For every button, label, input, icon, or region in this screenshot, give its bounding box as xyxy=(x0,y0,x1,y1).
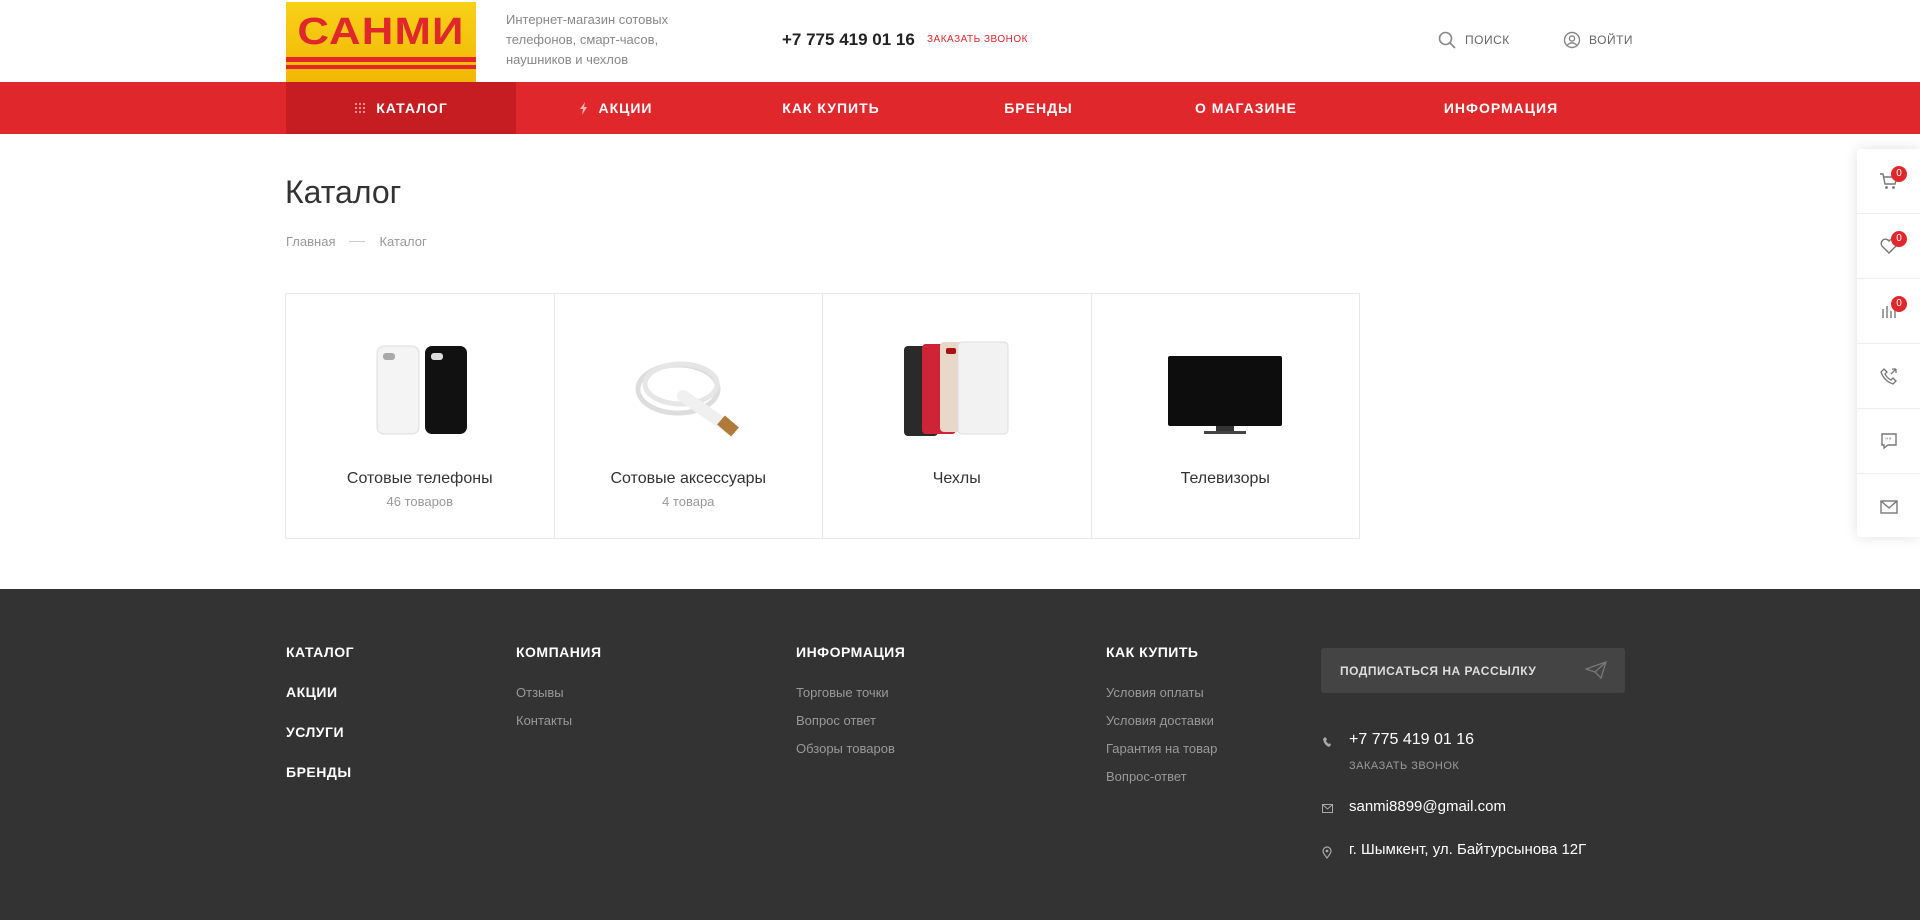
category-name: Чехлы xyxy=(932,470,981,487)
mail-icon xyxy=(1879,499,1898,514)
footer-link-catalog[interactable]: КАТАЛОГ xyxy=(286,644,354,660)
favorites-badge: 0 xyxy=(1891,231,1907,247)
cart-badge: 0 xyxy=(1891,166,1907,182)
logo-text: САНМИ xyxy=(297,11,465,53)
nav-label: КАК КУПИТЬ xyxy=(782,100,880,116)
side-panel: 0 0 0 "" xyxy=(1857,149,1920,537)
category-count: 4 товара xyxy=(662,494,715,509)
user-icon xyxy=(1563,31,1581,49)
category-card-accessories[interactable]: Сотовые аксессуары 4 товара xyxy=(555,294,823,538)
side-callback-button[interactable] xyxy=(1857,344,1920,409)
footer-link-payment[interactable]: Условия оплаты xyxy=(1106,685,1204,700)
phone-callback-icon xyxy=(1879,368,1897,385)
nav-label: БРЕНДЫ xyxy=(1004,100,1073,116)
svg-text:"": "" xyxy=(1885,437,1891,445)
tagline: Интернет-магазин сотовых телефонов, смар… xyxy=(506,12,669,67)
footer-link-warranty[interactable]: Гарантия на товар xyxy=(1106,741,1217,756)
footer-head-company[interactable]: КОМПАНИЯ xyxy=(516,644,602,660)
tv-image xyxy=(1168,356,1283,434)
search-label: ПОИСК xyxy=(1465,33,1510,47)
search-icon xyxy=(1438,31,1456,49)
footer-link-services[interactable]: УСЛУГИ xyxy=(286,724,344,740)
location-pin-icon xyxy=(1322,846,1332,859)
breadcrumb: Главная Каталог xyxy=(286,234,427,249)
callback-link[interactable]: ЗАКАЗАТЬ ЗВОНОК xyxy=(927,34,1028,45)
header-phone[interactable]: +7 775 419 01 16 xyxy=(782,30,915,50)
nav-label: ИНФОРМАЦИЯ xyxy=(1443,100,1559,116)
footer-link-sales[interactable]: АКЦИИ xyxy=(286,684,338,700)
category-card-tvs[interactable]: Телевизоры xyxy=(1092,294,1360,538)
logo[interactable]: САНМИ xyxy=(286,2,476,82)
nav-item-sales[interactable]: АКЦИИ xyxy=(516,82,716,134)
login-button[interactable]: ВОЙТИ xyxy=(1563,31,1633,49)
footer-head-info[interactable]: ИНФОРМАЦИЯ xyxy=(796,644,905,660)
lightning-icon xyxy=(579,101,588,115)
side-cart-button[interactable]: 0 xyxy=(1857,149,1920,214)
footer-email[interactable]: sanmi8899@gmail.com xyxy=(1349,798,1506,815)
side-mail-button[interactable] xyxy=(1857,474,1920,539)
phones-image xyxy=(376,345,467,435)
side-chat-button[interactable]: "" xyxy=(1857,409,1920,474)
side-compare-button[interactable]: 0 xyxy=(1857,279,1920,344)
side-favorites-button[interactable]: 0 xyxy=(1857,214,1920,279)
usb-cable-image xyxy=(635,361,740,437)
login-label: ВОЙТИ xyxy=(1589,33,1634,47)
header: САНМИ Интернет-магазин сотовых телефонов… xyxy=(0,0,1920,82)
footer-address: г. Шымкент, ул. Байтурсынова 12Г xyxy=(1349,841,1587,858)
category-count: 46 товаров xyxy=(386,494,453,509)
footer-link-reviews[interactable]: Отзывы xyxy=(516,685,564,700)
subscribe-button[interactable]: ПОДПИСАТЬСЯ НА РАССЫЛКУ xyxy=(1321,648,1625,693)
grid-dots-icon xyxy=(354,102,366,114)
footer-link-delivery[interactable]: Условия доставки xyxy=(1106,713,1214,728)
chat-icon: "" xyxy=(1880,433,1897,450)
logo-stripe xyxy=(286,57,476,62)
main-nav: КАТАЛОГ АКЦИИ КАК КУПИТЬ БРЕНДЫ О МАГАЗИ… xyxy=(0,82,1920,134)
footer-link-qa[interactable]: Вопрос-ответ xyxy=(1106,769,1187,784)
search-button[interactable]: ПОИСК xyxy=(1438,31,1510,49)
phone-icon xyxy=(1323,737,1331,747)
email-icon xyxy=(1322,804,1333,813)
footer: КАТАЛОГ АКЦИИ УСЛУГИ БРЕНДЫ КОМПАНИЯ Отз… xyxy=(0,589,1920,920)
nav-item-brands[interactable]: БРЕНДЫ xyxy=(946,82,1131,134)
nav-item-catalog[interactable]: КАТАЛОГ xyxy=(286,82,516,134)
compare-badge: 0 xyxy=(1891,296,1907,312)
breadcrumb-current: Каталог xyxy=(379,234,427,249)
footer-link-contacts[interactable]: Контакты xyxy=(516,713,572,728)
footer-callback-link[interactable]: ЗАКАЗАТЬ ЗВОНОК xyxy=(1349,760,1459,772)
footer-head-how-to-buy[interactable]: КАК КУПИТЬ xyxy=(1106,644,1198,660)
nav-label: О МАГАЗИНЕ xyxy=(1195,100,1297,116)
nav-item-info[interactable]: ИНФОРМАЦИЯ xyxy=(1361,82,1641,134)
category-name: Телевизоры xyxy=(1180,470,1270,487)
page-title: Каталог xyxy=(285,174,402,210)
footer-link-brands[interactable]: БРЕНДЫ xyxy=(286,764,352,780)
footer-phone[interactable]: +7 775 419 01 16 xyxy=(1349,731,1474,749)
subscribe-label: ПОДПИСАТЬСЯ НА РАССЫЛКУ xyxy=(1340,663,1537,678)
footer-link-reviews-products[interactable]: Обзоры товаров xyxy=(796,741,895,756)
footer-link-faq[interactable]: Вопрос ответ xyxy=(796,713,876,728)
page: САНМИ Интернет-магазин сотовых телефонов… xyxy=(0,0,1920,920)
nav-label: КАТАЛОГ xyxy=(376,100,448,116)
nav-label: АКЦИИ xyxy=(598,100,653,116)
breadcrumb-separator xyxy=(349,241,366,242)
cases-image xyxy=(903,341,1009,436)
send-icon xyxy=(1585,661,1607,679)
nav-item-how-to-buy[interactable]: КАК КУПИТЬ xyxy=(716,82,946,134)
footer-link-stores[interactable]: Торговые точки xyxy=(796,685,889,700)
category-name: Сотовые телефоны xyxy=(346,470,493,487)
nav-item-about[interactable]: О МАГАЗИНЕ xyxy=(1131,82,1361,134)
breadcrumb-home[interactable]: Главная xyxy=(286,234,335,249)
category-card-cases[interactable]: Чехлы xyxy=(823,294,1092,538)
category-name: Сотовые аксессуары xyxy=(610,470,767,487)
category-card-phones[interactable]: Сотовые телефоны 46 товаров xyxy=(286,294,555,538)
category-grid: Сотовые телефоны 46 товаров Сотовые аксе… xyxy=(285,293,1360,539)
logo-stripe xyxy=(286,65,476,69)
